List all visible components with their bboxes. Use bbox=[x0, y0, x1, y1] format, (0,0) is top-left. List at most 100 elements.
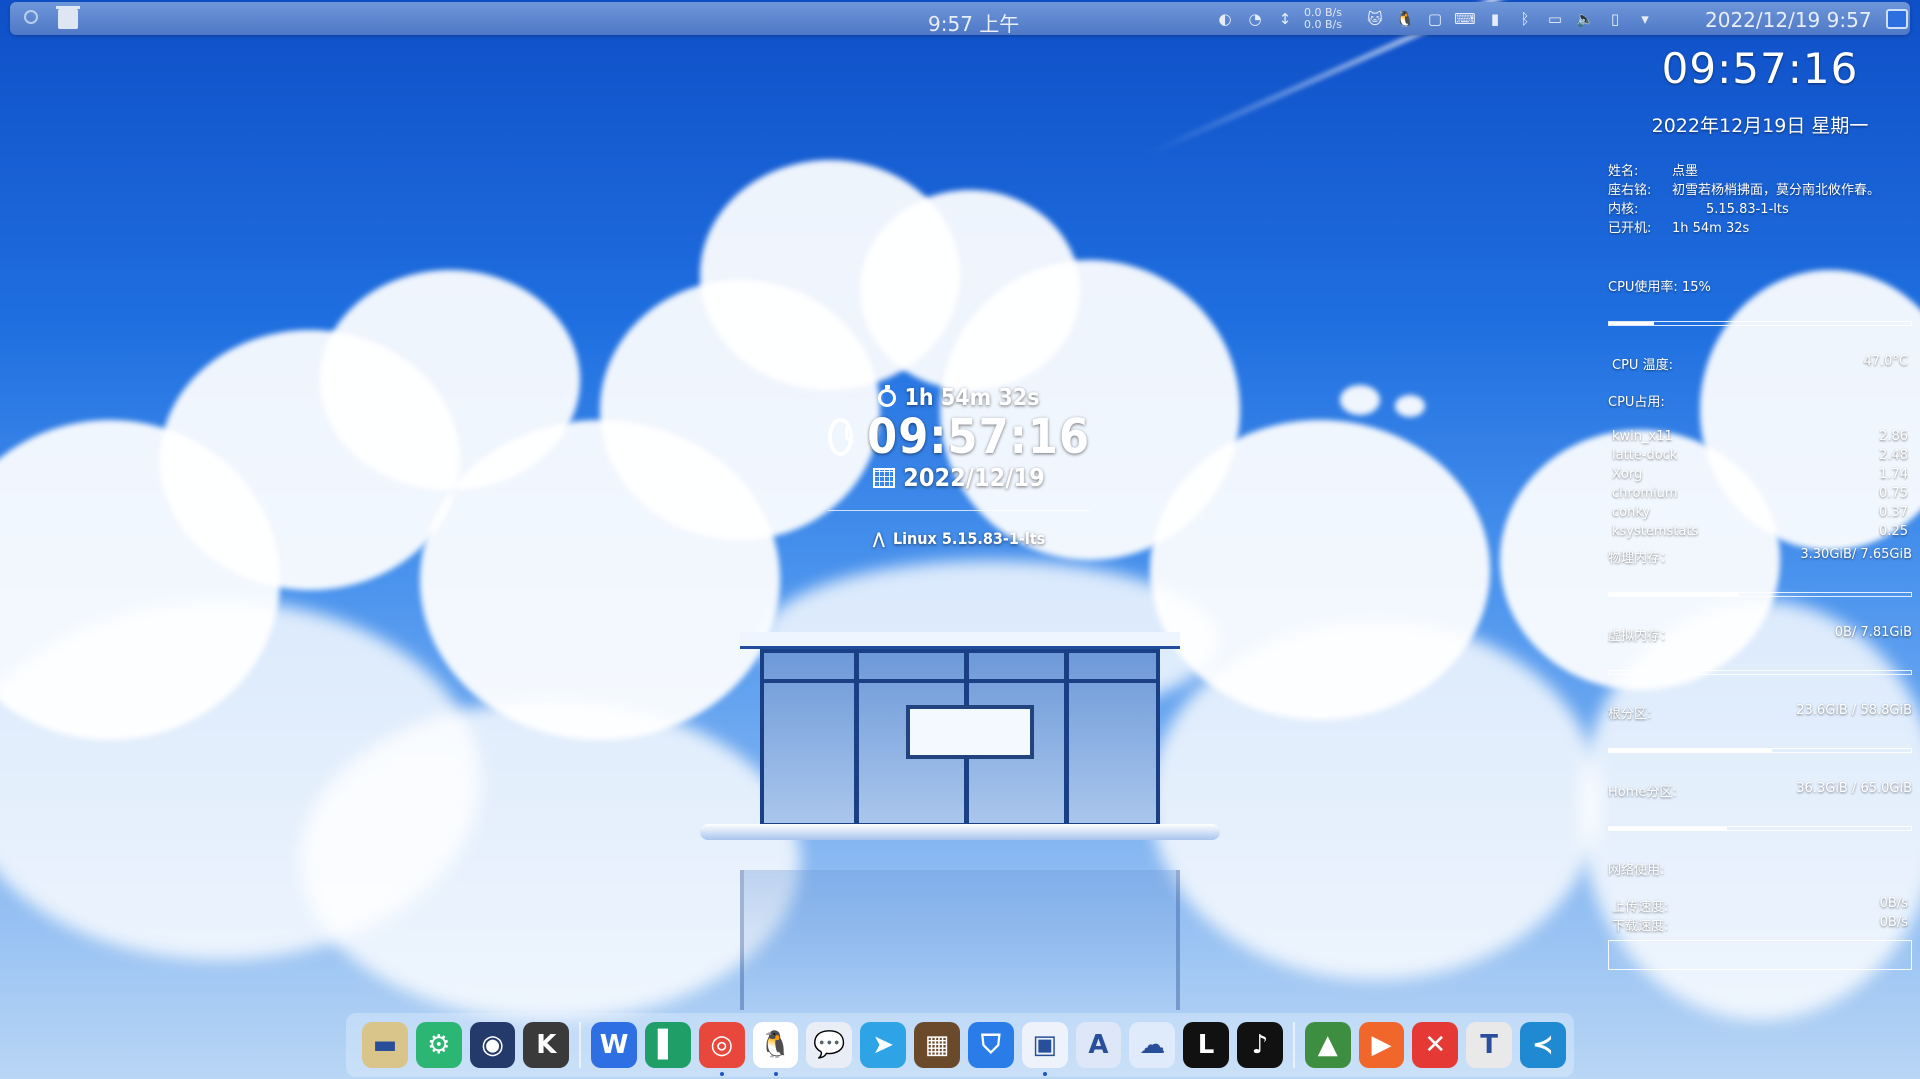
upload-row: 上传速度: 0B/s bbox=[1608, 896, 1912, 915]
qq-tray-icon[interactable]: 🐧 bbox=[1394, 8, 1416, 30]
uptime-value: 1h 54m 32s bbox=[1672, 221, 1750, 236]
home-partition-value: 36.3GiB / 65.0GiB bbox=[1796, 781, 1912, 796]
display-icon[interactable]: ▭ bbox=[1544, 8, 1566, 30]
process-name: ksystemstats bbox=[1612, 524, 1699, 539]
lark-dock-item[interactable]: L bbox=[1183, 1022, 1229, 1068]
notes-icon: ▌ bbox=[657, 1030, 678, 1060]
cloud bbox=[1150, 620, 1600, 980]
bluetooth-icon[interactable]: ᛒ bbox=[1514, 8, 1536, 30]
center-date: 2022/12/19 bbox=[903, 463, 1045, 492]
xmind-icon: ✕ bbox=[1424, 1030, 1447, 1060]
system-monitor-icon: ◉ bbox=[481, 1030, 504, 1060]
player-dock-item[interactable]: ▶ bbox=[1358, 1022, 1405, 1068]
tiktok-dock-item[interactable]: ♪ bbox=[1236, 1022, 1283, 1068]
house-deck bbox=[700, 824, 1220, 840]
network-label: 网络使用: bbox=[1608, 863, 1665, 878]
process-cpu-value: 0.25 bbox=[1879, 524, 1908, 539]
cloud bbox=[1395, 395, 1425, 417]
cpu-monitor-icon[interactable]: ◔ bbox=[1244, 8, 1266, 30]
process-row: latte-dock 2.48 bbox=[1608, 446, 1912, 465]
wps-dock-item[interactable]: W bbox=[591, 1022, 638, 1068]
house-reflection bbox=[740, 870, 1180, 1010]
minecraft-icon: ▦ bbox=[924, 1030, 950, 1060]
notes-dock-item[interactable]: ▌ bbox=[645, 1022, 691, 1068]
process-cpu-value: 0.37 bbox=[1879, 505, 1908, 520]
telegram-dock-item[interactable]: ➤ bbox=[860, 1022, 907, 1068]
house-mullion bbox=[854, 653, 859, 823]
font-dock-item[interactable]: A bbox=[1075, 1022, 1122, 1068]
panel-clock[interactable]: 9:57 上午 bbox=[928, 8, 1019, 37]
xmind-dock-item[interactable]: ✕ bbox=[1412, 1022, 1459, 1068]
upload-label: 上传速度: bbox=[1612, 900, 1669, 915]
center-kernel: Linux 5.15.83-1-lts bbox=[892, 529, 1046, 548]
baidu-netdisk-dock-item[interactable]: ☁ bbox=[1129, 1022, 1176, 1068]
dock-separator bbox=[579, 1022, 582, 1068]
network-arrows-icon[interactable]: ↕ bbox=[1274, 8, 1296, 30]
cpu-temp-row: CPU 温度: 47.0°C bbox=[1608, 354, 1912, 373]
download-value: 0B/s bbox=[1879, 915, 1908, 930]
security-dock-item[interactable]: ⛉ bbox=[967, 1022, 1014, 1068]
house-transom bbox=[764, 679, 1156, 683]
keyboard-icon[interactable]: ⌨ bbox=[1454, 8, 1476, 30]
memory-row: 物理内存： 3.30GiB/ 7.65GiB bbox=[1608, 547, 1912, 566]
process-name: kwin_x11 bbox=[1612, 429, 1673, 444]
swap-bar bbox=[1608, 670, 1912, 675]
memory-bar bbox=[1608, 592, 1912, 597]
name-label: 姓名: bbox=[1608, 164, 1639, 179]
house-window bbox=[906, 705, 1034, 759]
chrome-icon: ◎ bbox=[710, 1030, 734, 1060]
kde-icon: K bbox=[536, 1030, 557, 1060]
qq-dock-item[interactable]: 🐧 bbox=[752, 1022, 799, 1076]
clipboard-icon[interactable]: ▢ bbox=[1424, 8, 1446, 30]
cpu-top-label: CPU占用: bbox=[1608, 395, 1665, 410]
menu-icon[interactable] bbox=[24, 10, 38, 24]
android-studio-icon: ▲ bbox=[1317, 1030, 1338, 1060]
minecraft-dock-item[interactable]: ▦ bbox=[914, 1022, 960, 1068]
wechat-dock-item[interactable]: 💬 bbox=[806, 1022, 853, 1068]
uptime-label: 已开机: bbox=[1608, 221, 1652, 236]
cloud bbox=[420, 420, 780, 740]
show-desktop-icon[interactable] bbox=[1886, 9, 1908, 29]
process-name: conky bbox=[1612, 505, 1651, 520]
battery-icon[interactable]: ▮ bbox=[1484, 8, 1506, 30]
wps-icon: W bbox=[599, 1030, 629, 1060]
kdeconnect-icon[interactable]: ◐ bbox=[1214, 8, 1236, 30]
baidu-netdisk-icon: ☁ bbox=[1139, 1030, 1166, 1060]
typora-dock-item[interactable]: T bbox=[1466, 1022, 1513, 1068]
phone-icon[interactable]: ▯ bbox=[1604, 8, 1626, 30]
cat-icon[interactable]: 🐱 bbox=[1364, 8, 1386, 30]
kde-dock-item[interactable]: K bbox=[523, 1022, 570, 1068]
motto-value: 初雪若杨梢拂面，莫分南北攸作春。 bbox=[1672, 183, 1881, 198]
settings-dock-item[interactable]: ⚙ bbox=[415, 1022, 462, 1068]
screenshot-dock-item[interactable]: ▣ bbox=[1021, 1022, 1068, 1076]
center-uptime: 1h 54m 32s bbox=[904, 385, 1040, 411]
conky-clock: 09:57:16 bbox=[1661, 44, 1859, 93]
net-down-speed: 0.0 B/s bbox=[1304, 18, 1342, 31]
vscode-dock-item[interactable]: ≺ bbox=[1520, 1022, 1566, 1068]
expand-arrow-icon[interactable]: ▾ bbox=[1634, 8, 1656, 30]
system-monitor-dock-item[interactable]: ◉ bbox=[469, 1022, 516, 1068]
stopwatch-icon bbox=[878, 385, 897, 407]
files-dock-item[interactable]: ▬ bbox=[362, 1022, 408, 1068]
root-partition-label: 根分区: bbox=[1608, 707, 1652, 722]
trash-icon[interactable] bbox=[56, 6, 80, 29]
cpu-usage-bar-fill bbox=[1609, 322, 1655, 325]
process-cpu-value: 0.75 bbox=[1879, 486, 1908, 501]
chrome-dock-item[interactable]: ◎ bbox=[698, 1022, 745, 1076]
process-name: chromium bbox=[1612, 486, 1678, 501]
panel-datetime[interactable]: 2022/12/19 9:57 bbox=[1705, 8, 1872, 32]
swap-value: 0B/ 7.81GiB bbox=[1834, 625, 1912, 640]
lark-icon: L bbox=[1197, 1030, 1215, 1060]
process-cpu-value: 2.48 bbox=[1879, 448, 1908, 463]
cloud bbox=[300, 700, 800, 1020]
memory-label: 物理内存： bbox=[1608, 551, 1674, 566]
android-studio-dock-item[interactable]: ▲ bbox=[1304, 1022, 1351, 1068]
process-list: kwin_x11 2.86 latte-dock 2.48 Xorg 1.74 chromi… bbox=[1608, 427, 1912, 541]
process-row: conky 0.37 bbox=[1608, 503, 1912, 522]
volume-icon[interactable]: 🔈 bbox=[1574, 8, 1596, 30]
home-partition-bar-fill bbox=[1609, 827, 1727, 830]
root-partition-row: 根分区: 23.6GiB / 58.8GiB bbox=[1608, 703, 1912, 722]
memory-bar-fill bbox=[1609, 593, 1739, 596]
typora-icon: T bbox=[1480, 1030, 1498, 1060]
center-time: 09:57:16 bbox=[867, 409, 1090, 465]
